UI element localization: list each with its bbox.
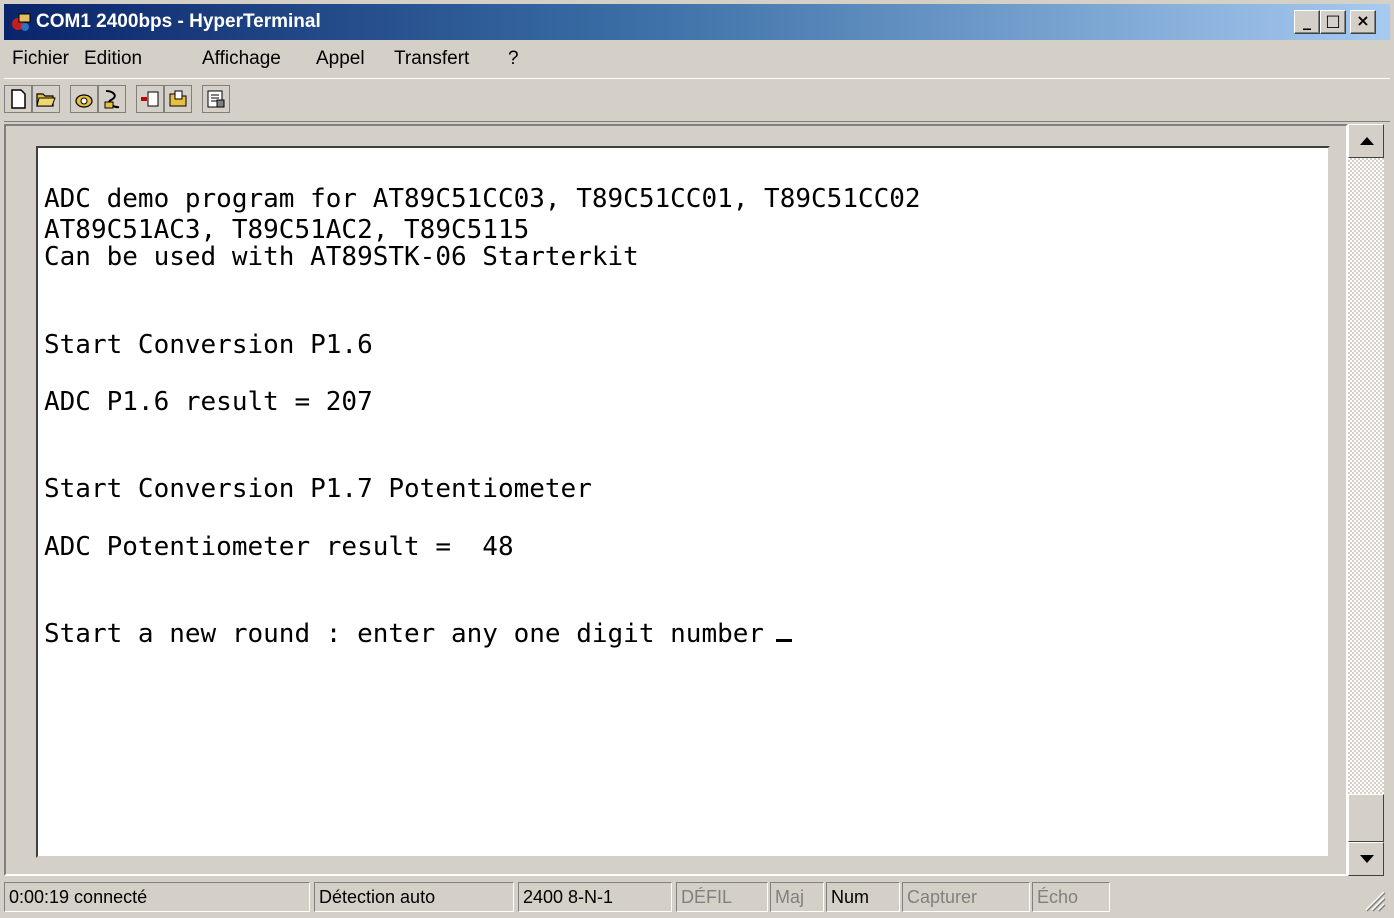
text-cursor (776, 639, 793, 642)
scroll-up-button[interactable] (1348, 124, 1384, 158)
terminal-line: Can be used with AT89STK-06 Starterkit (44, 242, 639, 272)
terminal-prompt-row: Start a new round : enter any one digit … (44, 619, 793, 649)
call-button[interactable] (70, 85, 98, 113)
new-button[interactable] (4, 85, 32, 113)
maximize-button[interactable]: □ (1320, 10, 1346, 34)
terminal-line: Start Conversion P1.6 (44, 330, 373, 360)
maximize-icon: □ (1325, 11, 1341, 30)
open-button[interactable] (32, 85, 60, 113)
menu-help[interactable]: ? (508, 46, 519, 72)
receive-icon (169, 90, 187, 107)
terminal-line: ADC Potentiometer result = 48 (44, 532, 514, 562)
menu-fichier[interactable]: Fichier (12, 46, 69, 72)
scroll-thumb[interactable] (1348, 794, 1384, 842)
disconnect-button[interactable] (98, 85, 126, 113)
terminal-prompt: Start a new round : enter any one digit … (44, 619, 765, 649)
status-num-lock: Num (826, 882, 900, 912)
menu-edition[interactable]: Edition (84, 46, 142, 72)
arrow-down-icon (1360, 855, 1374, 863)
disconnect-icon (104, 90, 120, 109)
hyperterminal-app-icon (12, 13, 31, 31)
menu-appel[interactable]: Appel (316, 46, 365, 72)
toolbar (4, 78, 1390, 122)
minimize-button[interactable]: _ (1294, 10, 1320, 34)
receive-button[interactable] (164, 85, 192, 113)
menu-bar: Fichier Edition Affichage Appel Transfer… (4, 44, 1390, 74)
terminal-output: ADC demo program for AT89C51CC03, T89C51… (44, 186, 921, 647)
terminal-line: AT89C51AC3, T89C51AC2, T89C5115 (44, 215, 530, 245)
open-icon (36, 93, 56, 107)
send-icon (141, 91, 159, 107)
minimize-icon: _ (1303, 11, 1311, 30)
scroll-down-button[interactable] (1348, 842, 1384, 876)
close-icon: × (1356, 11, 1370, 30)
status-detection: Détection auto (314, 882, 514, 912)
call-icon (75, 94, 93, 108)
terminal-line: Start Conversion P1.7 Potentiometer (44, 474, 592, 504)
properties-icon (207, 90, 225, 108)
terminal-screen[interactable]: ADC demo program for AT89C51CC03, T89C51… (36, 146, 1330, 858)
terminal-line: ADC P1.6 result = 207 (44, 387, 373, 417)
status-capture: Capturer (902, 882, 1030, 912)
status-echo: Écho (1032, 882, 1110, 912)
menu-affichage[interactable]: Affichage (202, 46, 281, 72)
status-bar: 0:00:19 connecté Détection auto 2400 8-N… (4, 880, 1390, 914)
status-scroll-lock: DÉFIL (676, 882, 768, 912)
window-title: COM1 2400bps - HyperTerminal (36, 11, 321, 32)
new-icon (11, 89, 26, 109)
close-button[interactable]: × (1350, 10, 1376, 34)
terminal-line: ADC demo program for AT89C51CC03, T89C51… (44, 184, 921, 214)
arrow-up-icon (1360, 137, 1374, 145)
status-port-settings: 2400 8-N-1 (518, 882, 672, 912)
status-caps-lock: Maj (770, 882, 824, 912)
menu-transfert[interactable]: Transfert (394, 46, 469, 72)
resize-grip-icon[interactable] (1358, 884, 1386, 912)
hyperterminal-window: COM1 2400bps - HyperTerminal _ □ × Fichi… (0, 0, 1394, 918)
send-button[interactable] (136, 85, 164, 113)
vertical-scrollbar[interactable] (1348, 124, 1384, 876)
status-connection-time: 0:00:19 connecté (4, 882, 310, 912)
title-bar[interactable]: COM1 2400bps - HyperTerminal _ □ × (4, 4, 1390, 40)
properties-button[interactable] (202, 85, 230, 113)
